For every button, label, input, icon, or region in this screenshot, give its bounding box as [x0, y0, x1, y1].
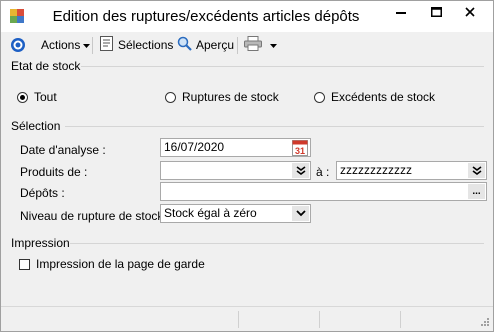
page-garde-label: Impression de la page de garde	[36, 257, 205, 271]
resize-grip-icon[interactable]	[478, 317, 490, 332]
section-divider	[65, 126, 484, 127]
double-chevron-down-icon[interactable]	[292, 163, 309, 178]
minimize-button[interactable]	[384, 1, 418, 23]
close-icon	[465, 7, 475, 17]
radio-excedents[interactable]: Excédents de stock	[314, 90, 435, 104]
radio-ruptures-label: Ruptures de stock	[182, 90, 279, 104]
niveau-value: Stock égal à zéro	[164, 206, 257, 220]
selections-label: Sélections	[118, 38, 174, 52]
section-divider	[70, 243, 484, 244]
niveau-label: Niveau de rupture de stock :	[20, 209, 171, 223]
status-divider	[319, 311, 320, 328]
toolbar-separator	[92, 37, 93, 54]
date-label: Date d'analyse :	[20, 143, 106, 157]
section-divider	[81, 66, 484, 67]
produits-label: Produits de :	[20, 165, 88, 179]
calendar-icon[interactable]: 31	[292, 140, 308, 156]
magnifier-icon	[177, 36, 192, 54]
depots-field[interactable]: ...	[160, 182, 487, 201]
target-icon[interactable]	[10, 36, 26, 54]
maximize-icon	[430, 7, 442, 17]
produits-from-field[interactable]	[160, 161, 311, 180]
radio-circle	[17, 91, 28, 103]
calendar-day: 31	[295, 146, 305, 156]
impression-section-label: Impression	[11, 236, 70, 250]
produits-to-field[interactable]: zzzzzzzzzzzz	[336, 161, 487, 180]
date-field[interactable]: 16/07/2020 31	[160, 138, 311, 157]
print-button[interactable]	[244, 36, 277, 54]
chevron-down-icon[interactable]	[270, 38, 277, 52]
more-button[interactable]: ...	[468, 184, 485, 199]
status-bar	[1, 306, 493, 331]
radio-ruptures[interactable]: Ruptures de stock	[165, 90, 279, 104]
toolbar: Actions Sélections Aperçu	[1, 32, 493, 59]
checkbox-box	[19, 258, 30, 270]
radio-tout-label: Tout	[34, 90, 57, 104]
radio-circle	[314, 91, 325, 103]
document-icon	[100, 36, 113, 54]
page-garde-checkbox[interactable]: Impression de la page de garde	[19, 257, 205, 271]
radio-excedents-label: Excédents de stock	[331, 90, 436, 104]
double-chevron-down-icon[interactable]	[468, 163, 485, 178]
radio-tout[interactable]: Tout	[17, 90, 57, 104]
date-value: 16/07/2020	[164, 140, 225, 154]
selection-section-label: Sélection	[11, 119, 61, 133]
niveau-select[interactable]: Stock égal à zéro	[160, 204, 311, 223]
maximize-button[interactable]	[419, 1, 453, 23]
apercu-label: Aperçu	[196, 38, 235, 52]
radio-circle	[165, 91, 176, 103]
actions-menu-button[interactable]: Actions	[41, 36, 91, 54]
chevron-down-icon	[83, 38, 91, 52]
status-divider	[400, 311, 401, 328]
status-divider	[238, 311, 239, 328]
window-title: Edition des ruptures/excédents articles …	[52, 8, 360, 25]
actions-label: Actions	[41, 38, 81, 52]
toolbar-separator	[237, 37, 238, 54]
produits-to-value: zzzzzzzzzzzz	[340, 163, 412, 177]
dialog-window: Edition des ruptures/excédents articles …	[0, 0, 494, 332]
chevron-down-icon[interactable]	[292, 206, 309, 221]
title-bar[interactable]: Edition des ruptures/excédents articles …	[1, 1, 493, 32]
close-button[interactable]	[453, 1, 487, 23]
a-label: à :	[316, 165, 330, 179]
printer-icon	[244, 36, 262, 54]
selections-button[interactable]: Sélections	[100, 36, 173, 54]
apercu-button[interactable]: Aperçu	[177, 36, 234, 54]
depots-label: Dépôts :	[20, 186, 65, 200]
etat-section-label: Etat de stock	[11, 59, 81, 73]
minimize-icon	[396, 12, 406, 14]
